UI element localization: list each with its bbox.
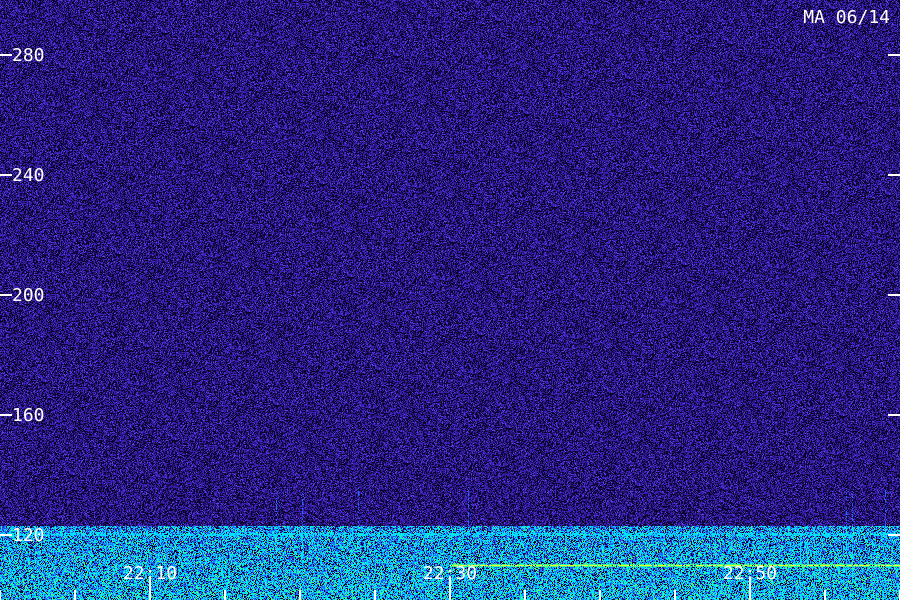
y-tick-label: 200 bbox=[12, 285, 45, 306]
y-tick-label: 160 bbox=[12, 405, 45, 426]
spectrogram-viewport: 280 240 200 160 120 22:10 22:30 22:50 MA 06/14 bbox=[0, 0, 900, 600]
x-tick-label: 22:30 bbox=[423, 563, 477, 584]
x-tick-label: 22:10 bbox=[123, 563, 177, 584]
station-date-stamp: MA 06/14 bbox=[803, 7, 890, 28]
axis-overlay: 280 240 200 160 120 22:10 22:30 22:50 MA 06/14 bbox=[0, 7, 900, 600]
x-tick-label: 22:50 bbox=[723, 563, 777, 584]
x-axis: 22:10 22:30 22:50 bbox=[0, 563, 900, 600]
y-tick-label: 240 bbox=[12, 165, 45, 186]
y-axis: 280 240 200 160 120 bbox=[0, 45, 900, 546]
y-tick-label: 120 bbox=[12, 525, 45, 546]
y-tick-label: 280 bbox=[12, 45, 45, 66]
